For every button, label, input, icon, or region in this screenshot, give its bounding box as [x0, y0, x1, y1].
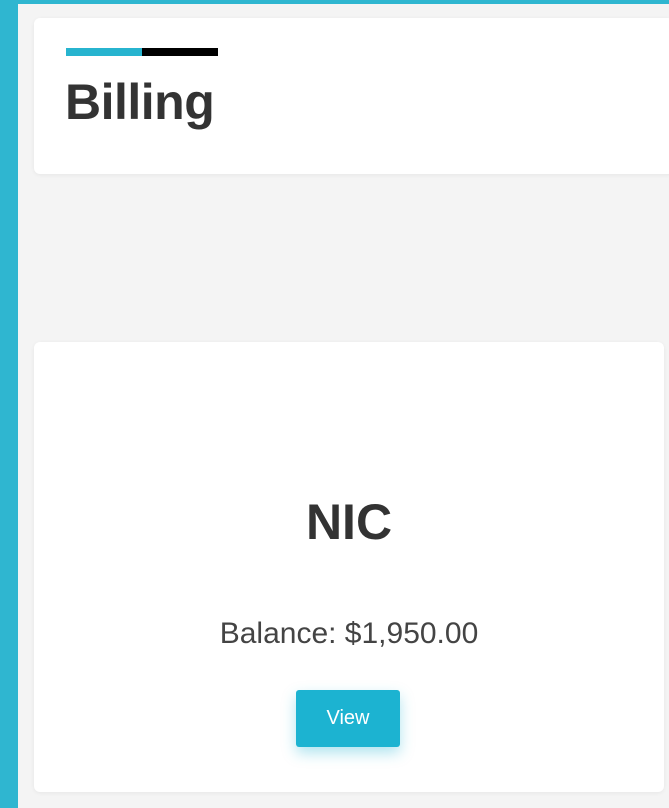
page-title: Billing	[65, 74, 215, 130]
account-card: NIC Balance: $1,950.00 View	[34, 342, 664, 792]
accent-segment-cyan	[66, 48, 142, 56]
view-button[interactable]: View	[296, 690, 400, 747]
header-card: Billing	[34, 18, 669, 174]
account-name: NIC	[305, 494, 393, 550]
account-balance: Balance: $1,950.00	[219, 617, 479, 650]
left-rail	[0, 0, 18, 808]
main-content: Billing NIC Balance: $1,950.00 View	[18, 4, 669, 808]
title-accent-bar	[66, 48, 218, 56]
accent-segment-black	[142, 48, 218, 56]
